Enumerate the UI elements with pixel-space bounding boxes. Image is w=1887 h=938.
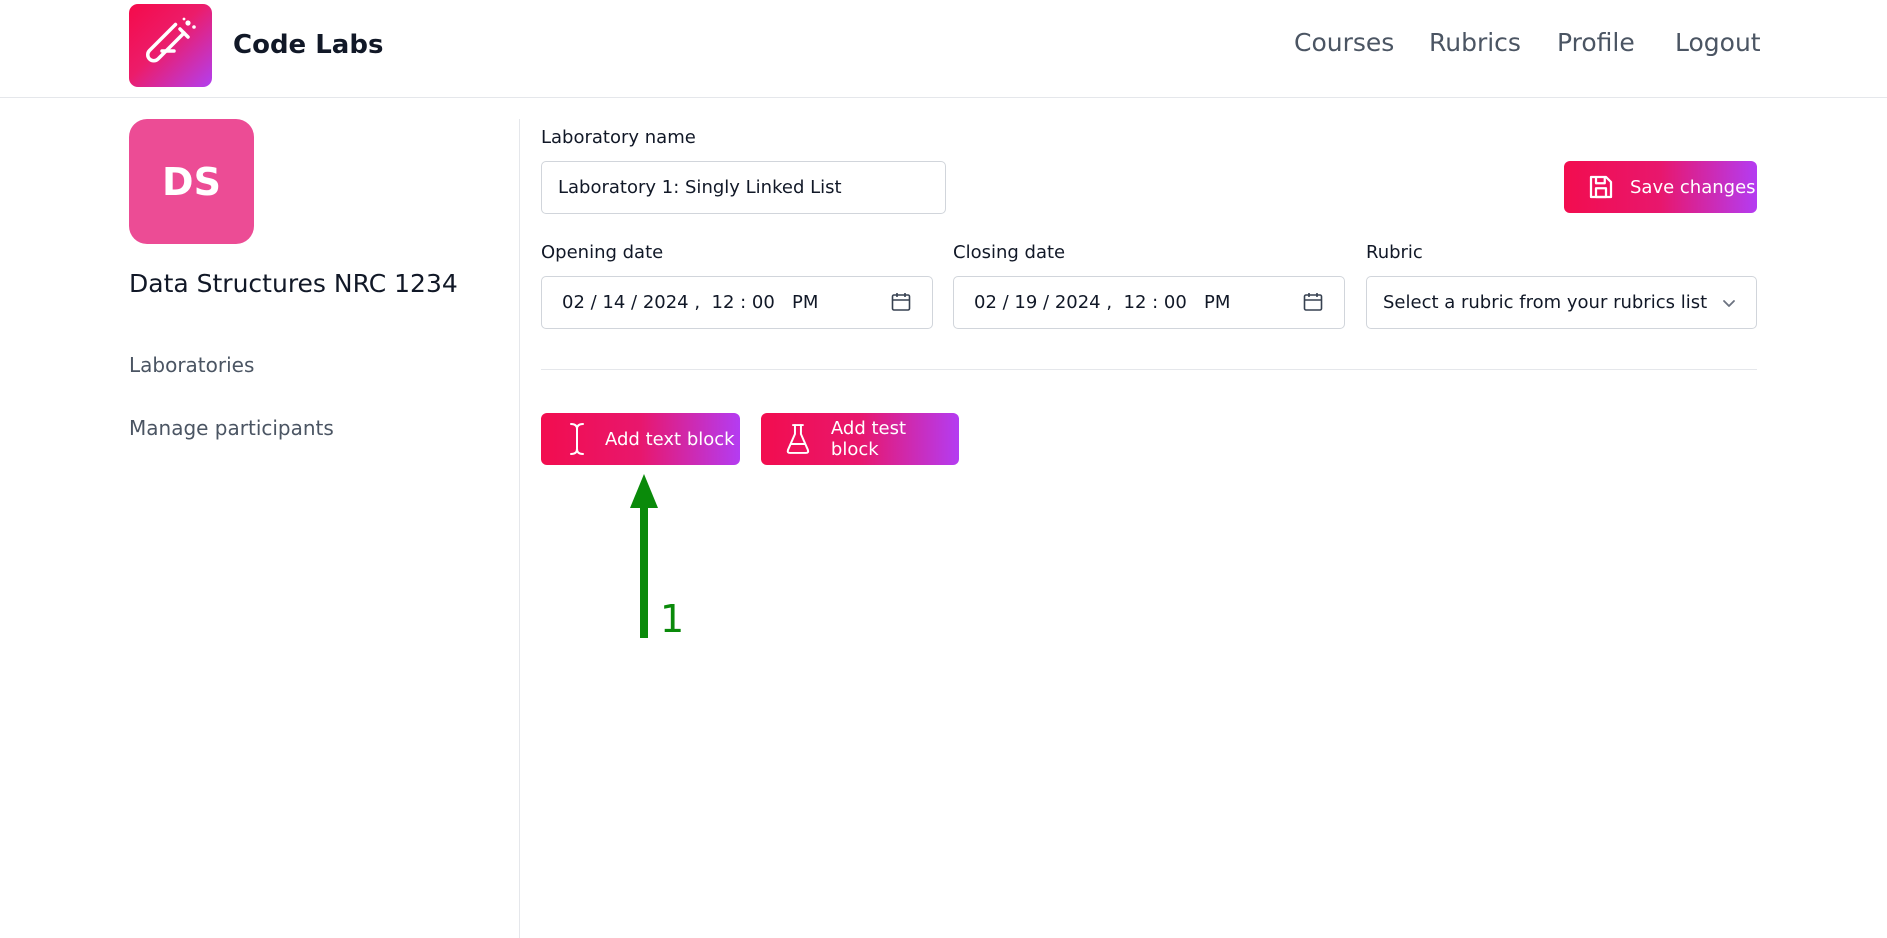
lab-name-value: Laboratory 1: Singly Linked List xyxy=(558,177,842,198)
sidebar-item-laboratories[interactable]: Laboratories xyxy=(129,353,254,377)
calendar-icon[interactable] xyxy=(890,291,912,318)
rubric-label: Rubric xyxy=(1366,242,1423,263)
nav-logout[interactable]: Logout xyxy=(1675,28,1761,57)
nav-profile[interactable]: Profile xyxy=(1557,28,1635,57)
course-title: Data Structures NRC 1234 xyxy=(129,269,458,298)
save-changes-button[interactable]: Save changes xyxy=(1564,161,1757,213)
rubric-select[interactable]: Select a rubric from your rubrics list xyxy=(1366,276,1757,329)
course-avatar: DS xyxy=(129,119,254,244)
nav-rubrics[interactable]: Rubrics xyxy=(1429,28,1521,57)
sidebar-divider xyxy=(519,119,520,938)
brand-name[interactable]: Code Labs xyxy=(233,30,383,60)
calendar-icon[interactable] xyxy=(1302,291,1324,318)
add-text-block-label: Add text block xyxy=(605,428,735,450)
top-navbar: Code Labs Courses Rubrics Profile Logout xyxy=(0,0,1887,98)
app-logo[interactable] xyxy=(129,4,212,87)
section-divider xyxy=(541,369,1757,370)
annotation-arrow xyxy=(630,474,658,638)
add-text-block-button[interactable]: Add text block xyxy=(541,413,740,465)
sidebar-item-manage-participants[interactable]: Manage participants xyxy=(129,416,334,440)
nav-courses[interactable]: Courses xyxy=(1294,28,1394,57)
add-test-block-label: Add test block xyxy=(830,418,907,460)
save-icon xyxy=(1589,175,1613,199)
add-test-block-button[interactable]: Add test block xyxy=(761,413,959,465)
opening-date-value: 02 / 14 / 2024 , 12 : 00 PM xyxy=(562,292,819,313)
lab-name-label: Laboratory name xyxy=(541,127,696,148)
closing-date-label: Closing date xyxy=(953,242,1066,263)
annotation-number: 1 xyxy=(660,597,685,641)
test-tube-icon xyxy=(145,17,196,62)
opening-date-label: Opening date xyxy=(541,242,664,263)
opening-date-input[interactable]: 02 / 14 / 2024 , 12 : 00 PM xyxy=(541,276,933,329)
closing-date-input[interactable]: 02 / 19 / 2024 , 12 : 00 PM xyxy=(953,276,1345,329)
chevron-down-icon xyxy=(1720,294,1738,317)
rubric-select-value: Select a rubric from your rubrics list xyxy=(1383,292,1708,313)
save-changes-label: Save changes xyxy=(1630,176,1756,198)
lab-name-input[interactable]: Laboratory 1: Singly Linked List xyxy=(541,161,946,214)
flask-icon xyxy=(786,424,810,454)
text-cursor-icon xyxy=(570,423,584,455)
closing-date-value: 02 / 19 / 2024 , 12 : 00 PM xyxy=(974,292,1231,313)
